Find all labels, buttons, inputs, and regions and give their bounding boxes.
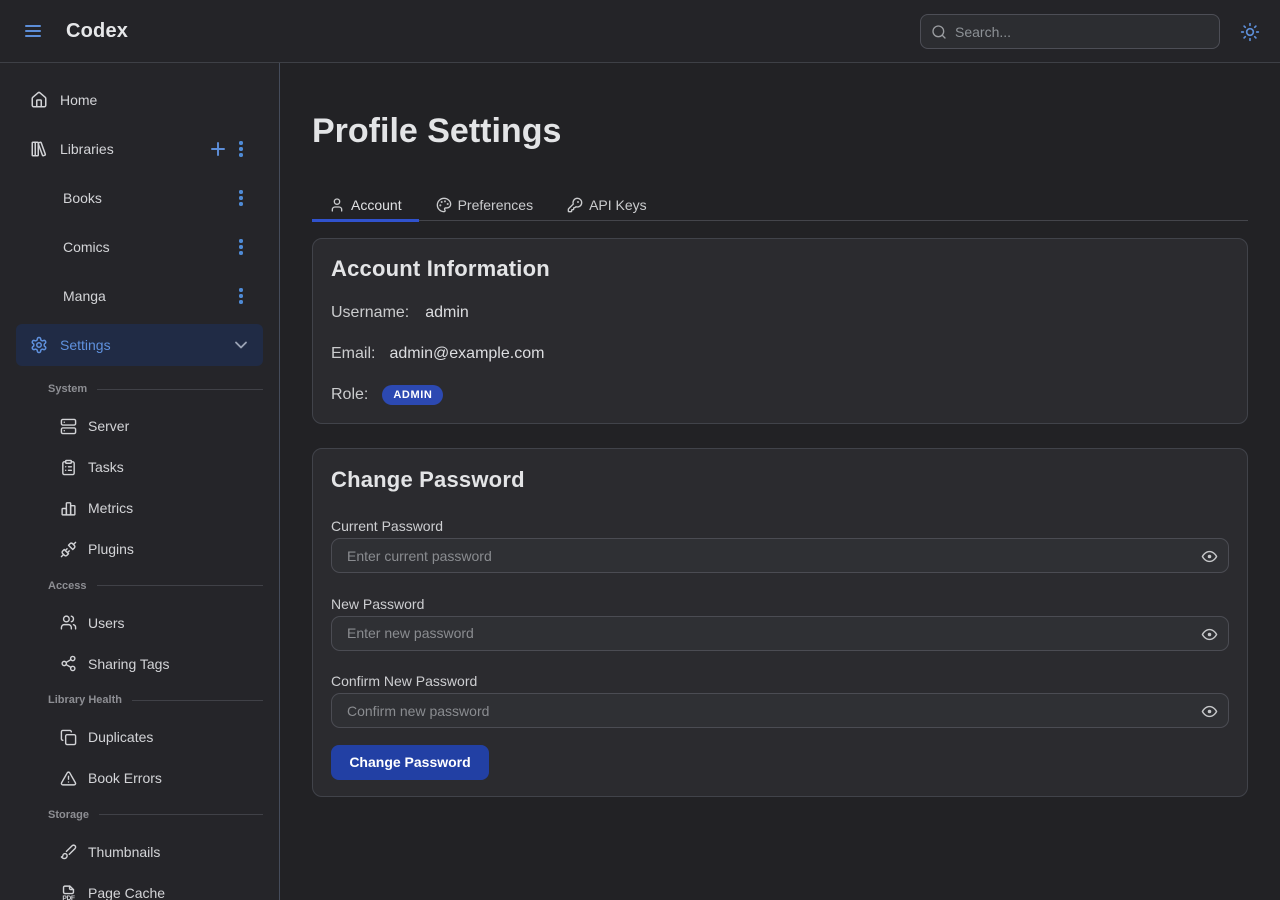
svg-text:PDF: PDF — [62, 895, 74, 900]
